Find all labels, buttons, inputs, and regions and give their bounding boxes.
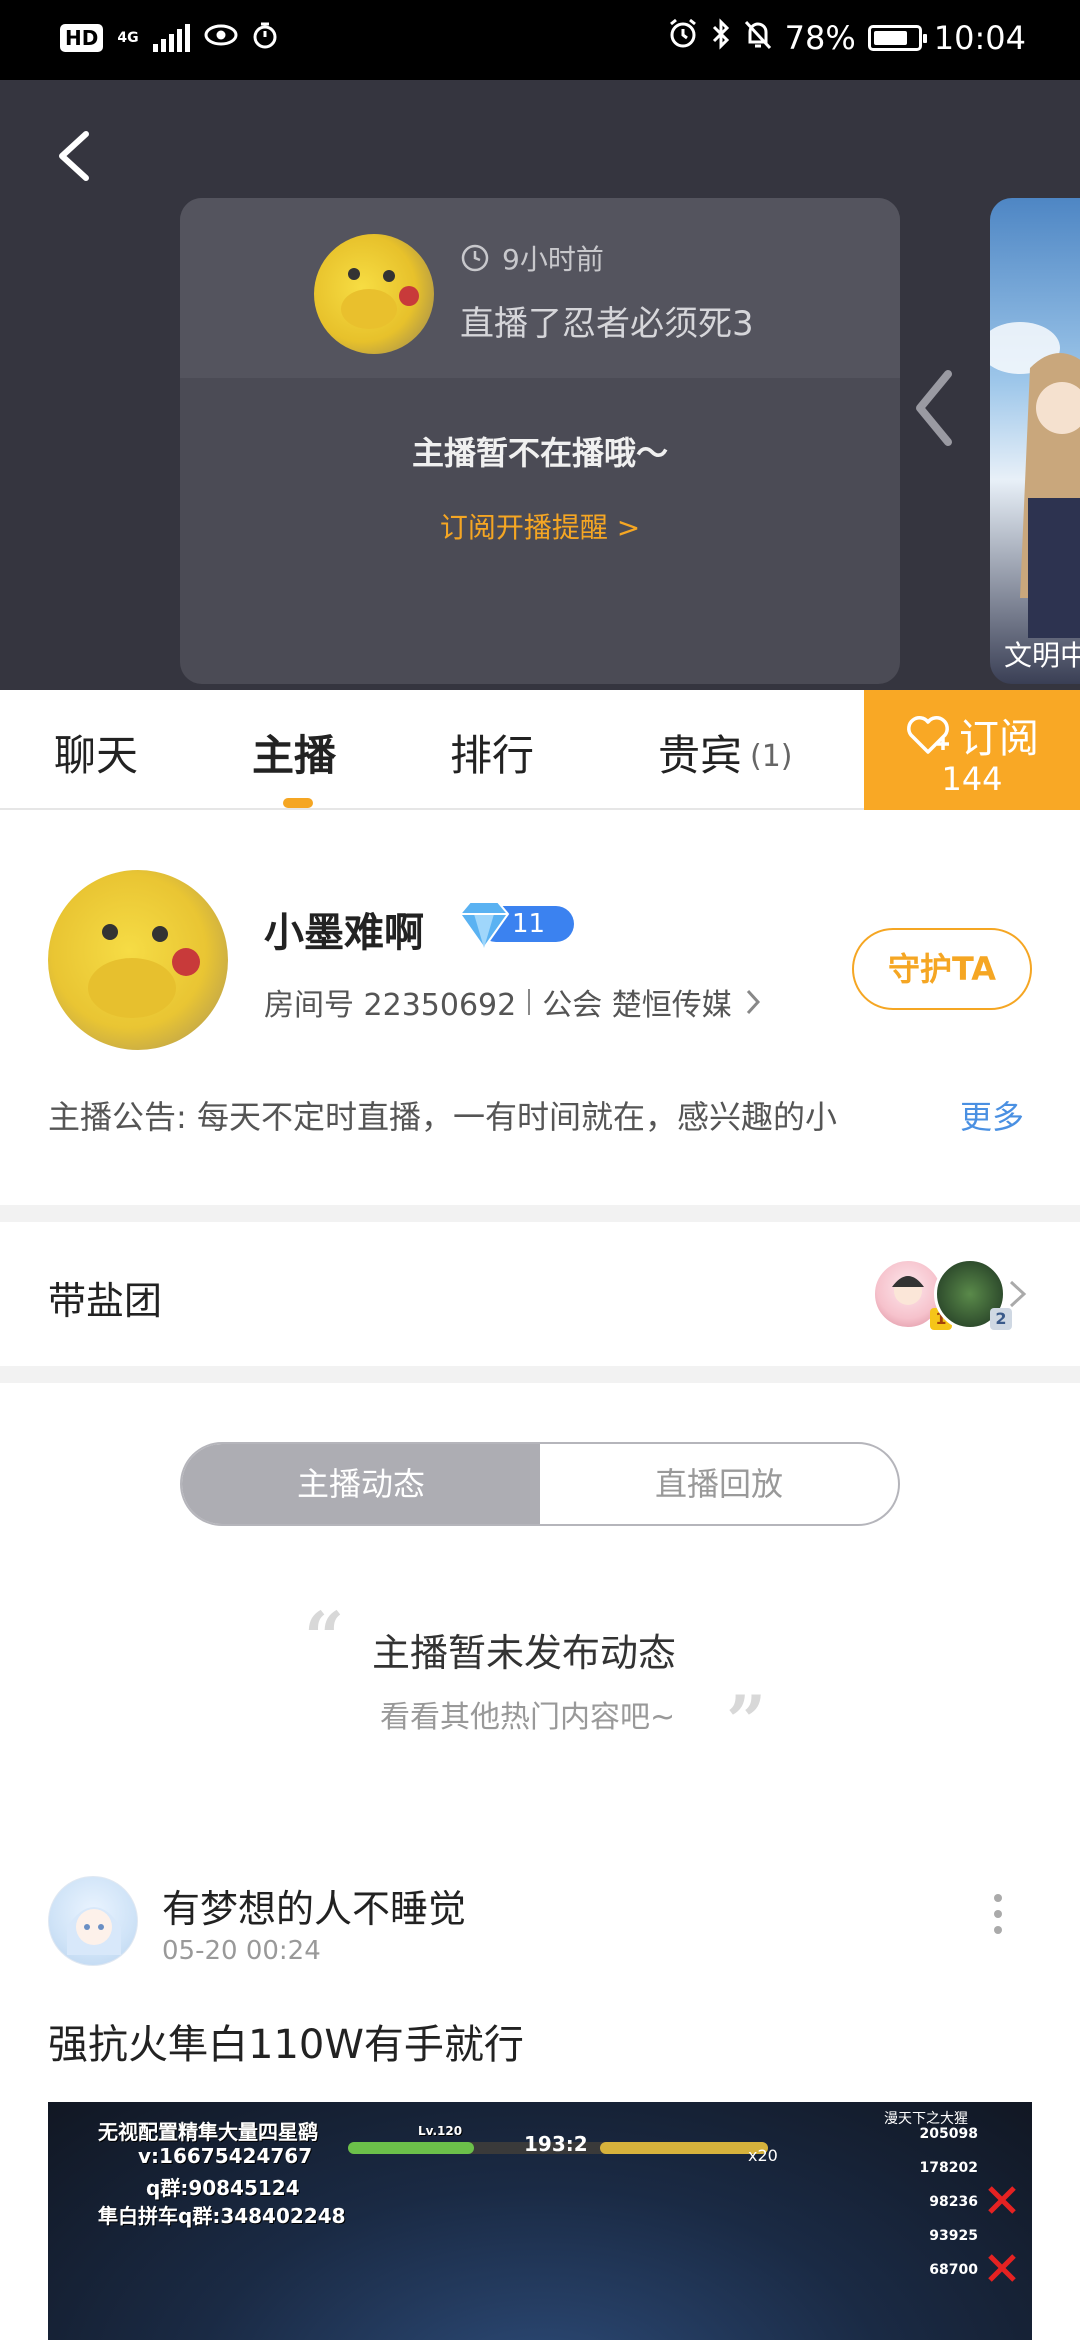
media-text-line-4: 隼白拼车q群:348402248 xyxy=(98,2204,346,2228)
bluetooth-icon xyxy=(711,18,731,58)
room-info[interactable]: 房间号 22350692 公会 楚恒传媒 xyxy=(264,980,762,1024)
empty-state-subtitle: 看看其他热门内容吧~ xyxy=(380,1700,676,1735)
guild-name: 公会 楚恒传媒 xyxy=(542,988,732,1023)
status-bar: HD 4G 78% 10:04 xyxy=(0,0,1080,80)
section-divider xyxy=(0,1205,1080,1222)
back-arrow-icon xyxy=(59,131,89,181)
segment-streamer-posts[interactable]: 主播动态 xyxy=(182,1444,540,1524)
fan-group-row[interactable]: 带盐团 1 2 xyxy=(0,1222,1080,1366)
offline-status: 主播暂不在播哦～ xyxy=(411,434,668,472)
media-text-line-2: v:16675424767 xyxy=(138,2144,313,2168)
battery-percent: 78% xyxy=(784,19,856,57)
media-text-line-3: q群:90845124 xyxy=(146,2176,300,2200)
alarm-icon xyxy=(667,18,699,58)
tab-streamer[interactable]: 主播 xyxy=(252,722,336,783)
offline-card[interactable]: 9小时前 直播了忍者必须死3 主播暂不在播哦～ 订阅开播提醒 > xyxy=(180,198,900,684)
chevron-right-icon xyxy=(1009,1280,1027,1308)
heart-plus-icon xyxy=(907,716,949,754)
fan-group-label: 带盐团 xyxy=(48,1279,163,1323)
leaderboard-score-1: 205098 xyxy=(919,2126,978,2142)
post-time: 05-20 00:24 xyxy=(162,1936,321,1966)
tab-ranking[interactable]: 排行 xyxy=(450,722,534,783)
streamer-profile: 小墨难啊 11 房间号 22350692 公会 楚恒传媒 守护TA 主播公告: … xyxy=(0,810,1080,1205)
chevron-right-icon xyxy=(746,989,760,1015)
room-number: 房间号 22350692 xyxy=(264,988,517,1023)
leaderboard-title: 漫天下之大猩 xyxy=(884,2111,968,2127)
subscribe-label: 订阅 xyxy=(959,716,1039,762)
guard-button[interactable]: 守护TA xyxy=(852,928,1032,1010)
clock: 10:04 xyxy=(933,19,1026,57)
active-tab-indicator xyxy=(283,798,313,808)
segment-replays[interactable]: 直播回放 xyxy=(540,1444,898,1524)
announcement-fade xyxy=(860,1090,940,1134)
tab-vip-label: 贵宾 xyxy=(658,731,743,780)
leaderboard-score-5: 68700 xyxy=(929,2262,978,2278)
leaderboard-score-3: 98236 xyxy=(929,2194,978,2210)
empty-state-title: 主播暂未发布动态 xyxy=(372,1631,677,1675)
last-live-title: 直播了忍者必须死3 xyxy=(460,304,754,344)
next-stream-card[interactable]: 文明中 xyxy=(990,198,1080,684)
more-options-icon[interactable] xyxy=(990,1894,1006,1944)
anime-thumbnail xyxy=(990,322,1080,638)
subscribe-reminder-link[interactable]: 订阅开播提醒 > xyxy=(180,506,900,546)
fan-group-chevron xyxy=(1006,1272,1030,1316)
media-text-line-1: 无视配置精隼大量四星鹞 xyxy=(98,2120,318,2144)
tab-bar: 聊天 主播 排行 贵宾 (1) 订阅 144 xyxy=(0,690,1080,810)
leaderboard-score-4: 93925 xyxy=(929,2228,978,2244)
timer-icon xyxy=(252,22,278,54)
post-author-avatar[interactable] xyxy=(48,1876,138,1966)
next-stream-label: 文明中 xyxy=(1004,639,1080,672)
streamer-avatar[interactable] xyxy=(48,870,228,1050)
streamer-avatar-small xyxy=(314,234,434,354)
battery-icon xyxy=(867,25,927,51)
red-x-icon xyxy=(988,2254,1016,2282)
network-type: 4G xyxy=(117,30,139,46)
more-link[interactable]: 更多 xyxy=(960,1092,1024,1138)
info-divider xyxy=(528,989,531,1015)
level-badge: 11 xyxy=(456,898,576,950)
tab-chat[interactable]: 聊天 xyxy=(54,722,138,783)
chevron-left-icon xyxy=(916,370,952,446)
eye-icon xyxy=(204,18,238,58)
streamer-name: 小墨难啊 xyxy=(264,910,424,956)
tab-vip[interactable]: 贵宾 (1) xyxy=(658,722,793,783)
signal-icon xyxy=(152,24,190,52)
hd-indicator: HD xyxy=(60,24,104,52)
subscriber-count: 144 xyxy=(941,760,1003,798)
subscribe-button[interactable]: 订阅 144 xyxy=(864,690,1080,810)
post-title[interactable]: 强抗火隼白110W有手就行 xyxy=(48,2012,524,2070)
mute-bell-icon xyxy=(743,18,773,58)
close-quote-icon: ” xyxy=(726,1680,767,1763)
clock-icon xyxy=(461,244,489,272)
media-level: Lv.120 xyxy=(418,2124,463,2138)
tab-vip-count: (1) xyxy=(750,739,793,774)
media-multiplier: x20 xyxy=(748,2146,778,2165)
media-score: 193:2 xyxy=(524,2132,588,2156)
section-divider xyxy=(0,1366,1080,1383)
last-live-time: 9小时前 xyxy=(502,243,604,276)
carousel-prev-button[interactable] xyxy=(910,368,960,448)
open-quote-icon: “ xyxy=(304,1596,345,1679)
back-button[interactable] xyxy=(48,120,108,192)
post-author-name[interactable]: 有梦想的人不睡觉 xyxy=(162,1878,466,1933)
leaderboard-score-2: 178202 xyxy=(919,2160,978,2176)
announcement: 主播公告: 每天不定时直播，一有时间就在，感兴趣的小 xyxy=(48,1098,837,1136)
diamond-icon xyxy=(458,901,510,950)
post-video-thumbnail[interactable]: 无视配置精隼大量四星鹞 v:16675424767 q群:90845124 隼白… xyxy=(48,2102,1032,2340)
header-carousel: 9小时前 直播了忍者必须死3 主播暂不在播哦～ 订阅开播提醒 > 文明中 xyxy=(0,80,1080,690)
red-x-icon xyxy=(988,2186,1016,2214)
feed-segment-control: 主播动态 直播回放 xyxy=(180,1442,900,1526)
